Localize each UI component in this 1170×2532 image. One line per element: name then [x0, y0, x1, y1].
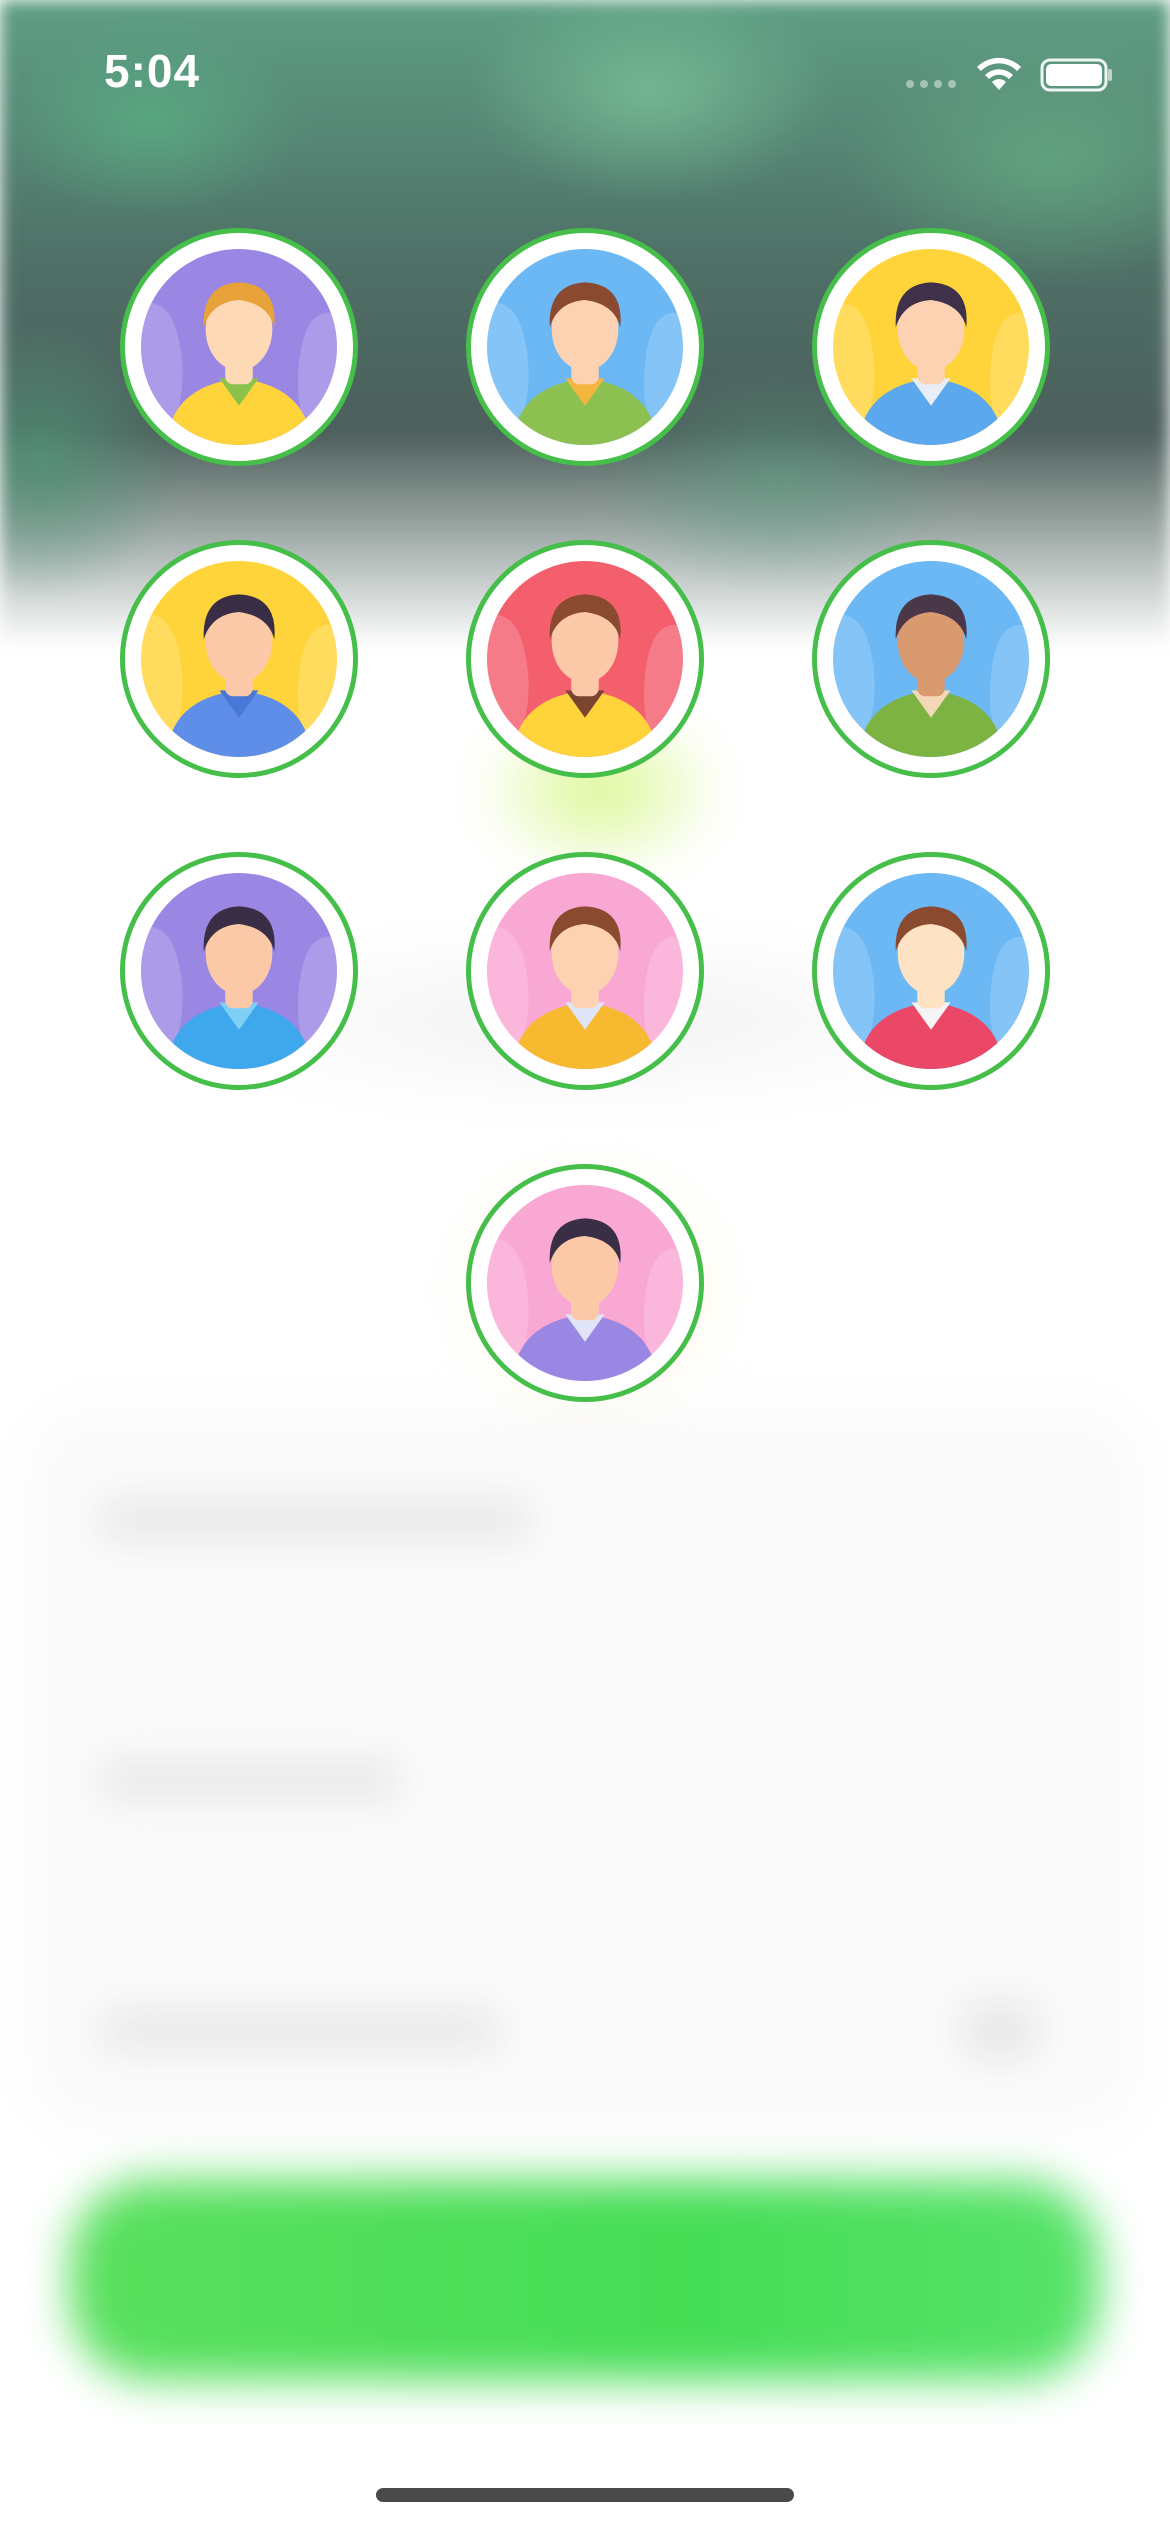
- blurred-text-line: [100, 1760, 400, 1800]
- avatar-option-5[interactable]: [466, 540, 704, 778]
- avatar-bearded-man-hoodie-icon: [487, 561, 683, 757]
- avatar-ponytail-woman-icon: [141, 561, 337, 757]
- wifi-icon: [977, 57, 1021, 90]
- battery-icon: [1040, 58, 1112, 92]
- status-bar: 5:04: [0, 0, 1170, 150]
- status-time: 5:04: [104, 45, 201, 97]
- avatar-option-7[interactable]: [120, 852, 358, 1090]
- avatar-brown-hair-woman-scarf-icon: [487, 249, 683, 445]
- avatar-option-2[interactable]: [466, 228, 704, 466]
- avatar-option-3[interactable]: [812, 228, 1050, 466]
- avatar-brown-hair-woman-jacket-icon: [487, 873, 683, 1069]
- avatar-option-9[interactable]: [812, 852, 1050, 1090]
- avatar-dark-hair-woman-blouse-icon: [833, 249, 1029, 445]
- avatar-option-4[interactable]: [120, 540, 358, 778]
- avatar-option-6[interactable]: [812, 540, 1050, 778]
- avatar-dark-hair-woman-purple-jacket-icon: [487, 1185, 683, 1381]
- blurred-primary-button: [70, 2180, 1100, 2380]
- avatar-option-10[interactable]: [466, 1164, 704, 1402]
- avatar-dark-hair-woman-sweater-icon: [141, 873, 337, 1069]
- blurred-text-line: [100, 1500, 530, 1540]
- avatar-blond-man-scarf-icon: [141, 249, 337, 445]
- blurred-text-line: [100, 2010, 500, 2050]
- avatar-option-1[interactable]: [120, 228, 358, 466]
- signal-dots-icon: [906, 80, 956, 88]
- avatar-curly-hair-woman-icon: [833, 561, 1029, 757]
- avatar-option-8[interactable]: [466, 852, 704, 1090]
- home-indicator: [376, 2488, 794, 2502]
- blurred-icon: [960, 2000, 1040, 2060]
- avatar-man-red-shirt-icon: [833, 873, 1029, 1069]
